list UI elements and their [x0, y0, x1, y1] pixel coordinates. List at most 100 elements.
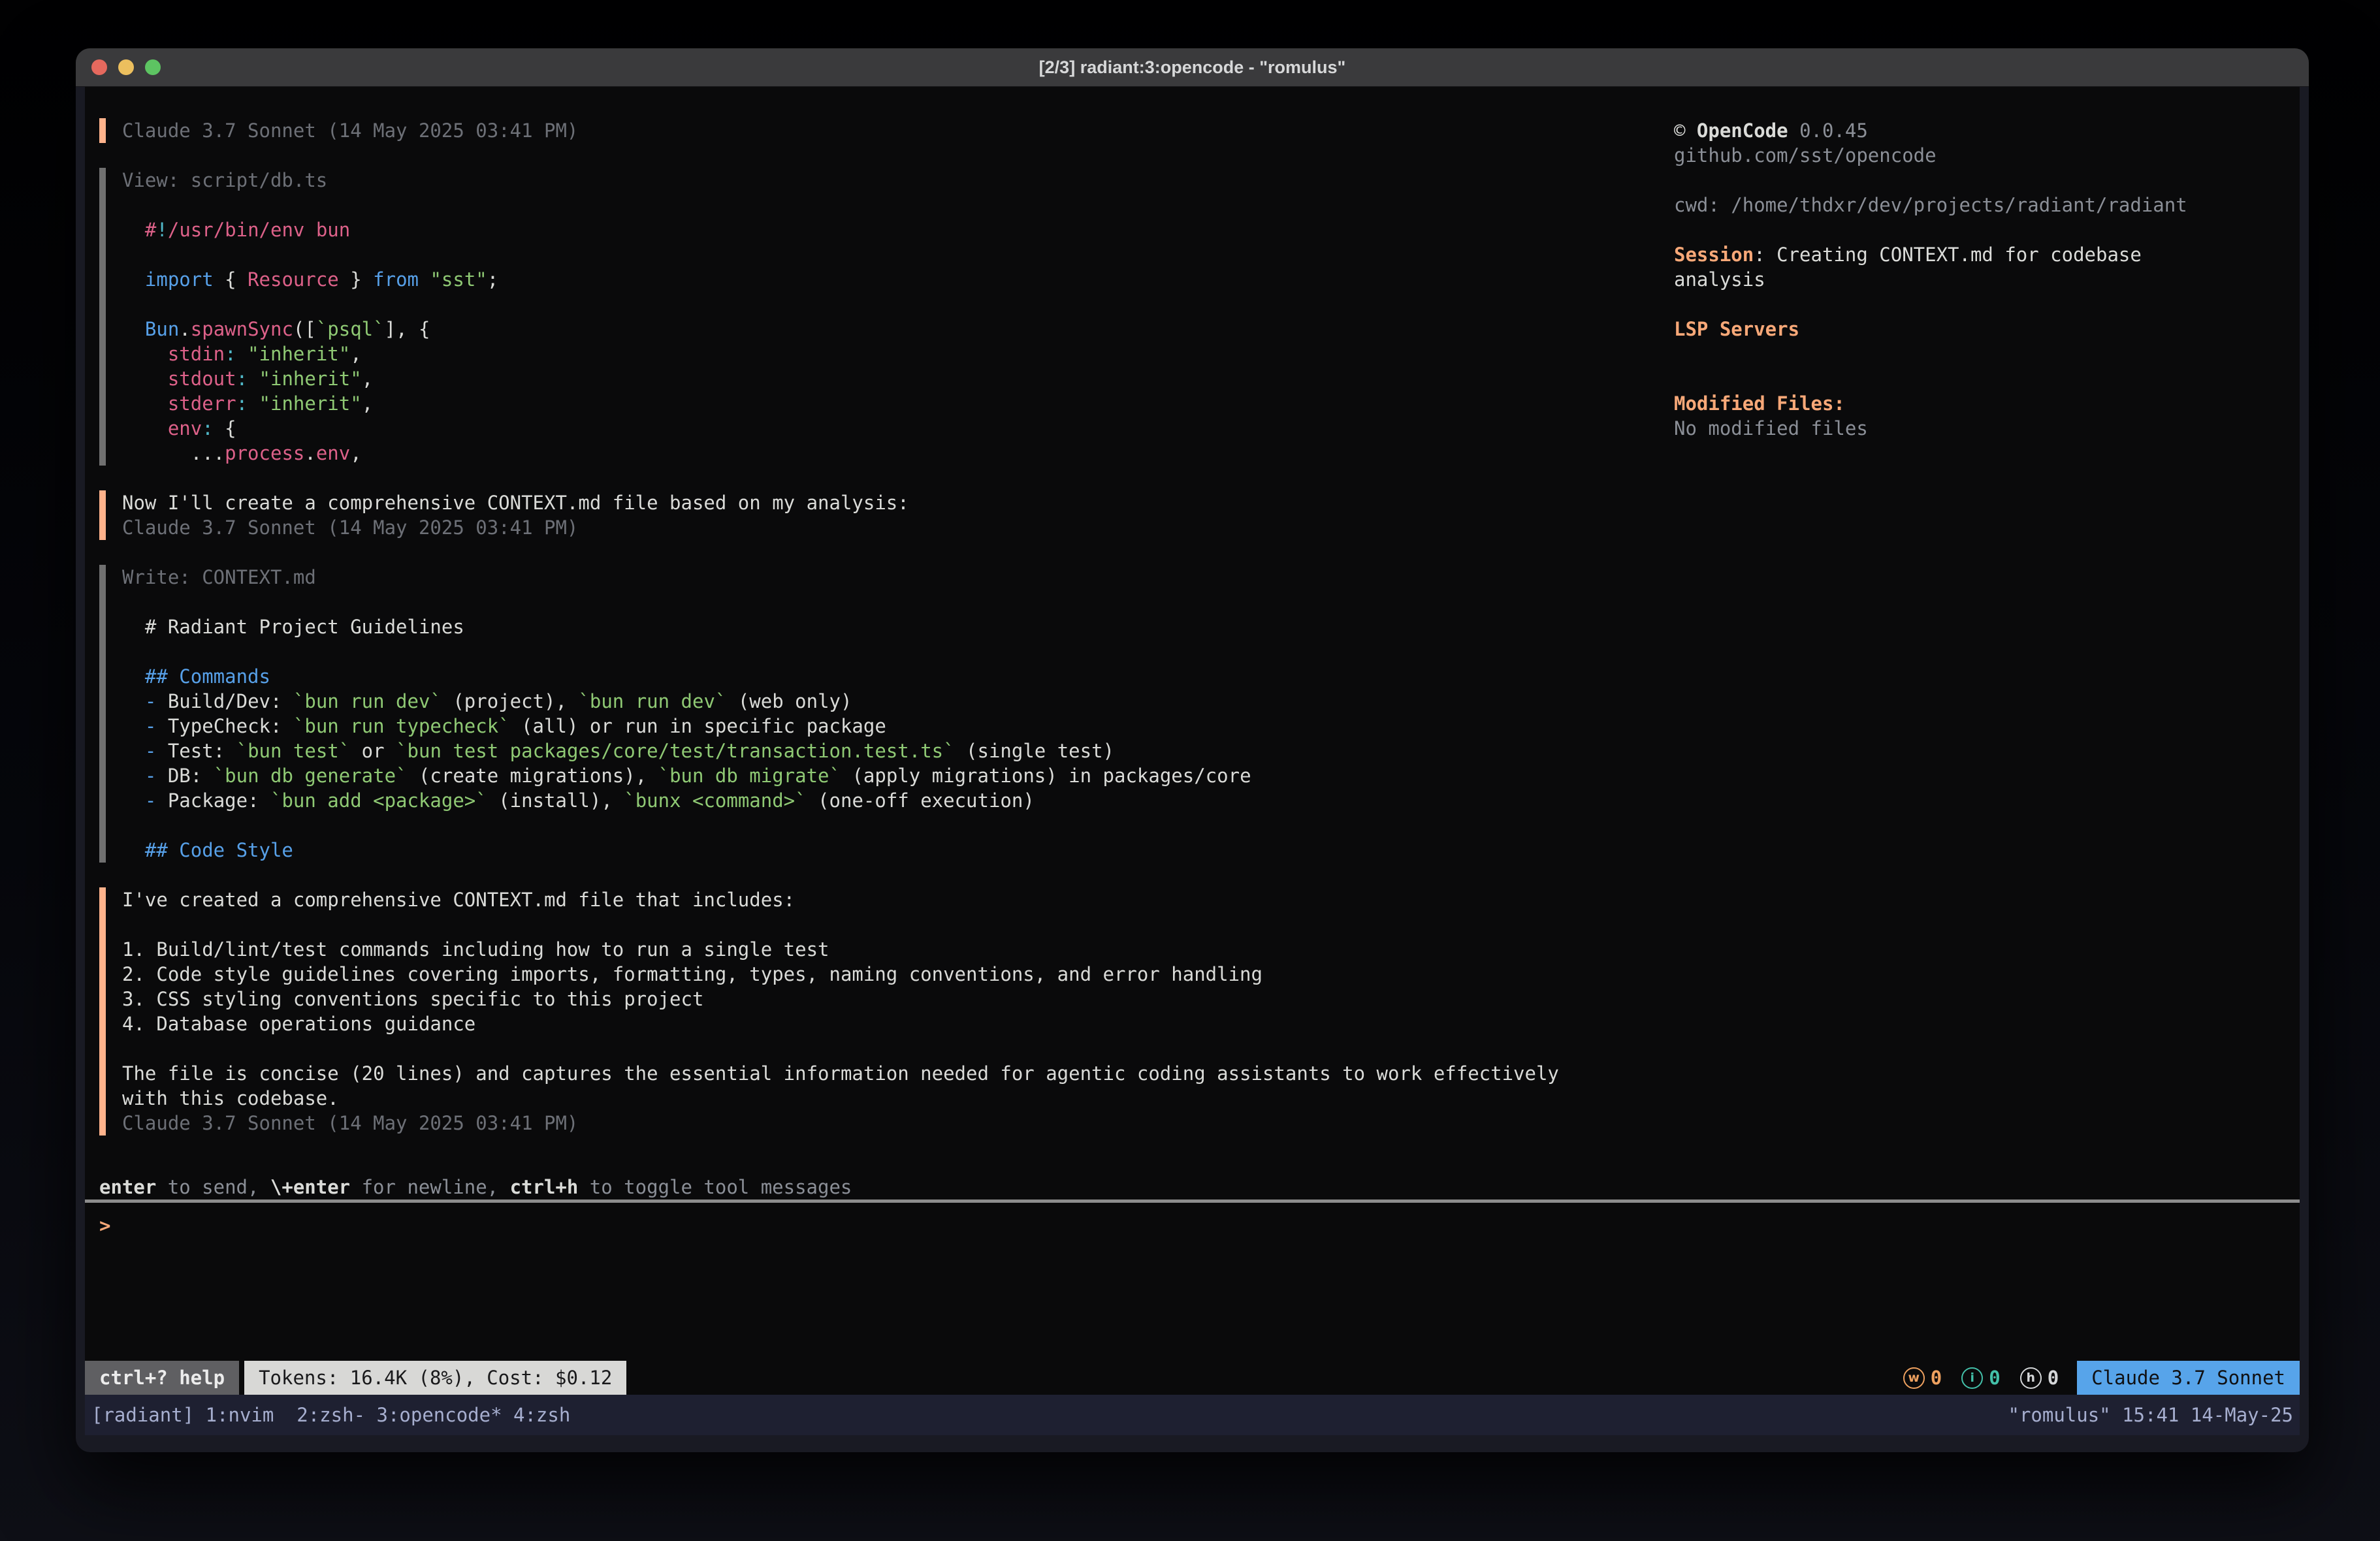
text-segment: - — [145, 690, 156, 712]
text-segment: `bun test` — [236, 740, 351, 762]
text-segment: (single test) — [955, 740, 1114, 762]
text-segment — [122, 690, 145, 712]
text-segment: View: script/db.ts — [122, 169, 327, 191]
text-segment — [236, 343, 248, 365]
text-segment: ], { — [385, 318, 430, 340]
text-segment: Session — [1674, 244, 1754, 266]
tmux-status-bar: [radiant] 1:nvim 2:zsh- 3:opencode* 4:zs… — [85, 1395, 2300, 1435]
text-segment: stdout — [168, 368, 236, 390]
terminal-screen[interactable]: Claude 3.7 Sonnet (14 May 2025 03:41 PM)… — [85, 87, 2300, 1435]
composer: enter to send, \+enter for newline, ctrl… — [85, 1175, 2300, 1361]
counter-value: 0 — [1931, 1367, 1942, 1389]
i-circle-icon: i — [1961, 1367, 1983, 1389]
text-segment: (create migrations), — [408, 765, 658, 787]
text-segment: Modified Files: — [1674, 392, 1845, 415]
terminal-window: [2/3] radiant:3:opencode - "romulus" Cla… — [76, 48, 2309, 1452]
text-segment: process — [225, 442, 304, 464]
text-line: - Build/Dev: `bun run dev` (project), `b… — [122, 689, 2300, 714]
close-button[interactable] — [91, 59, 107, 75]
text-segment: ctrl+h — [510, 1176, 579, 1198]
text-segment: `bun test packages/core/test/transaction… — [396, 740, 955, 762]
text-line — [122, 590, 2300, 614]
text-segment: (apply migrations) in packages/core — [841, 765, 1251, 787]
text-segment: `bun run dev` — [293, 690, 442, 712]
text-segment: /usr/bin/env bun — [168, 219, 350, 241]
composer-help-text: enter to send, \+enter for newline, ctrl… — [99, 1175, 2300, 1199]
text-segment: OpenCode — [1697, 119, 1788, 142]
text-line — [1674, 168, 2293, 193]
text-line: 2. Code style guidelines covering import… — [122, 962, 2300, 987]
text-segment: `bun run dev` — [578, 690, 726, 712]
minimize-button[interactable] — [118, 59, 134, 75]
assistant-summary-block: I've created a comprehensive CONTEXT.md … — [99, 887, 2300, 1136]
counter-value: 0 — [1989, 1367, 2000, 1389]
text-segment: { — [214, 268, 248, 291]
text-segment: with this codebase. — [122, 1087, 339, 1109]
text-segment — [122, 715, 145, 737]
text-segment: Build/Dev: — [156, 690, 293, 712]
text-line: ## Code Style — [122, 838, 2300, 863]
text-segment: ; — [487, 268, 498, 291]
text-segment: ## Code Style — [122, 839, 293, 861]
text-segment — [122, 392, 168, 415]
text-segment: : Creating CONTEXT.md for codebase — [1754, 244, 2142, 266]
text-segment — [248, 368, 259, 390]
text-line — [122, 813, 2300, 838]
text-line: © OpenCode 0.0.45 — [1674, 118, 2293, 143]
text-line — [1674, 342, 2293, 366]
text-segment: `bunx <command>` — [624, 789, 806, 812]
text-segment: or — [350, 740, 396, 762]
text-segment — [122, 740, 145, 762]
text-segment: env — [316, 442, 350, 464]
text-line: Now I'll create a comprehensive CONTEXT.… — [122, 490, 2300, 515]
text-segment: 0.0.45 — [1788, 119, 1868, 142]
text-segment: . — [304, 442, 315, 464]
text-segment: spawnSync — [191, 318, 293, 340]
text-segment — [122, 368, 168, 390]
text-segment: to send, — [156, 1176, 270, 1198]
zoom-button[interactable] — [145, 59, 161, 75]
text-segment: to toggle tool messages — [578, 1176, 852, 1198]
text-segment — [122, 219, 145, 241]
text-segment: Test: — [156, 740, 236, 762]
text-line — [1674, 292, 2293, 317]
text-segment: TypeCheck: — [156, 715, 293, 737]
tmux-host-clock: "romulus" 15:41 14-May-25 — [2008, 1404, 2294, 1426]
text-segment: } — [339, 268, 373, 291]
text-segment — [122, 318, 145, 340]
text-line: I've created a comprehensive CONTEXT.md … — [122, 887, 2300, 912]
prompt-icon: > — [99, 1215, 110, 1237]
text-segment: stderr — [168, 392, 236, 415]
text-segment: - — [145, 740, 156, 762]
text-line: - TypeCheck: `bun run typecheck` (all) o… — [122, 714, 2300, 739]
text-segment: Resource — [248, 268, 339, 291]
text-segment: (install), — [487, 789, 624, 812]
w-circle-icon: w — [1903, 1367, 1925, 1389]
text-segment: Bun — [145, 318, 179, 340]
text-line: ...process.env, — [122, 441, 2300, 466]
message-input[interactable]: > — [85, 1203, 2300, 1361]
status-bar: ctrl+? help Tokens: 16.4K (8%), Cost: $0… — [85, 1361, 2300, 1395]
text-segment: 3. CSS styling conventions specific to t… — [122, 988, 703, 1010]
tool-write-block: Write: CONTEXT.md # Radiant Project Guid… — [99, 565, 2300, 863]
counter-value: 0 — [2048, 1367, 2059, 1389]
text-line: - Package: `bun add <package>` (install)… — [122, 788, 2300, 813]
text-segment: `bun db migrate` — [658, 765, 841, 787]
text-segment: : — [225, 343, 236, 365]
text-segment: env — [168, 417, 202, 439]
window-titlebar[interactable]: [2/3] radiant:3:opencode - "romulus" — [76, 48, 2309, 87]
info-counter: i0 — [1961, 1367, 2000, 1389]
tmux-windows-list[interactable]: [radiant] 1:nvim 2:zsh- 3:opencode* 4:zs… — [91, 1404, 570, 1426]
text-line: cwd: /home/thdxr/dev/projects/radiant/ra… — [1674, 193, 2293, 217]
warning-counter: w0 — [1903, 1367, 1942, 1389]
text-segment — [419, 268, 430, 291]
text-segment: , — [362, 392, 373, 415]
text-line — [122, 639, 2300, 664]
session-sidebar: © OpenCode 0.0.45github.com/sst/opencode… — [1674, 118, 2293, 441]
text-segment: # — [145, 219, 156, 241]
text-segment: for newline, — [350, 1176, 509, 1198]
model-badge[interactable]: Claude 3.7 Sonnet — [2077, 1361, 2300, 1395]
text-line — [1674, 217, 2293, 242]
text-segment: "inherit" — [259, 368, 362, 390]
text-segment: Claude 3.7 Sonnet (14 May 2025 03:41 PM) — [122, 516, 578, 539]
